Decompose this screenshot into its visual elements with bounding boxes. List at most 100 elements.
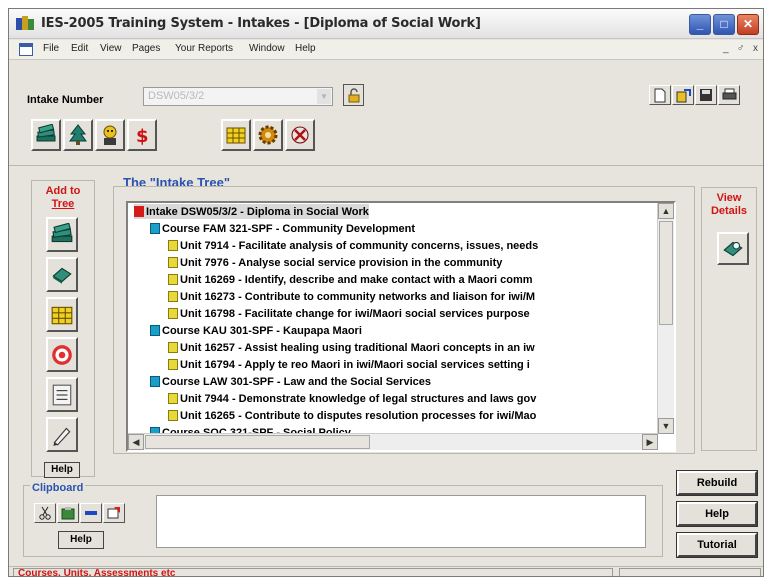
tree-row-label: Unit 7944 - Demonstrate knowledge of leg… xyxy=(180,392,537,405)
help-button[interactable]: Help xyxy=(676,501,758,527)
tree-row-label: Unit 16269 - Identify, describe and make… xyxy=(180,273,533,286)
tree-row-unit[interactable]: Unit 16265 - Contribute to disputes reso… xyxy=(168,408,536,423)
lock-button[interactable] xyxy=(343,84,364,106)
tree-row-label: Course LAW 301-SPF - Law and the Social … xyxy=(162,375,431,388)
horizontal-scrollbar[interactable]: ◀ ▶ xyxy=(128,433,658,450)
vertical-scroll-thumb[interactable] xyxy=(659,221,673,325)
tree-view-button[interactable] xyxy=(63,119,93,151)
chevron-down-icon[interactable]: ▼ xyxy=(317,89,331,104)
scroll-left-button[interactable]: ◀ xyxy=(128,434,144,450)
tree-row-label: Unit 16265 - Contribute to disputes reso… xyxy=(180,409,537,422)
calendar-icon xyxy=(226,127,246,144)
maximize-button[interactable]: □ xyxy=(713,14,735,35)
add-to-tree-panel: Add to Tree Help xyxy=(31,180,95,478)
menu-window[interactable]: Window xyxy=(249,43,285,54)
menu-help[interactable]: Help xyxy=(295,43,316,54)
menu-bar: File Edit View Pages Your Reports Window… xyxy=(9,40,763,60)
unit-node-icon xyxy=(168,342,178,353)
add-list-button[interactable] xyxy=(46,377,78,412)
menu-view[interactable]: View xyxy=(100,43,122,54)
pencil-icon xyxy=(53,427,71,446)
minimize-button[interactable]: _ xyxy=(689,14,711,35)
title-bar[interactable]: IES-2005 Training System - Intakes - [Di… xyxy=(9,9,763,39)
clear-clipboard-button[interactable] xyxy=(103,503,125,523)
intake-number-value: DSW05/3/2 xyxy=(148,90,205,102)
mdi-restore-button[interactable]: ♂ xyxy=(737,43,745,54)
open-button[interactable] xyxy=(672,85,694,105)
tree-row-label: Unit 7914 - Facilitate analysis of commu… xyxy=(180,239,539,252)
tutorial-button[interactable]: Tutorial xyxy=(676,532,758,558)
minus-icon xyxy=(85,511,97,515)
tree-body: Intake DSW05/3/2 - Diploma in Social Wor… xyxy=(128,203,658,434)
tree-row-course[interactable]: Course KAU 301-SPF - Kaupapa Maori xyxy=(150,323,362,338)
mdi-minimize-button[interactable]: _ xyxy=(723,43,729,54)
horizontal-scroll-thumb[interactable] xyxy=(145,435,370,449)
add-note-button[interactable] xyxy=(46,417,78,452)
intake-tree[interactable]: Intake DSW05/3/2 - Diploma in Social Wor… xyxy=(126,201,676,452)
settings-button[interactable] xyxy=(253,119,283,151)
menu-file[interactable]: File xyxy=(43,43,59,54)
status-panel xyxy=(619,568,761,576)
view-details-label-line2: Details xyxy=(710,205,748,217)
tree-row-unit[interactable]: Unit 7914 - Facilitate analysis of commu… xyxy=(168,238,538,253)
floppy-icon xyxy=(700,89,712,101)
scroll-down-button[interactable]: ▼ xyxy=(658,418,674,434)
scroll-right-button[interactable]: ▶ xyxy=(642,434,658,450)
clipboard-help-button[interactable]: Help xyxy=(58,531,104,549)
view-details-label: View Details xyxy=(702,192,756,218)
tree-row-unit[interactable]: Unit 16794 - Apply te reo Maori in iwi/M… xyxy=(168,357,530,372)
calendar-button[interactable] xyxy=(221,119,251,151)
tree-row-unit[interactable]: Unit 16257 - Assist healing using tradit… xyxy=(168,340,535,355)
tree-row-label: Unit 16273 - Contribute to community net… xyxy=(180,290,536,303)
app-window: IES-2005 Training System - Intakes - [Di… xyxy=(8,8,764,577)
root-node-icon xyxy=(134,206,144,217)
save-button[interactable] xyxy=(695,85,717,105)
tree-icon xyxy=(69,124,87,145)
learner-button[interactable] xyxy=(95,119,125,151)
target-icon xyxy=(52,344,72,365)
add-assessment-button[interactable] xyxy=(46,337,78,372)
copy-icon xyxy=(61,507,75,520)
unit-node-icon xyxy=(168,240,178,251)
tree-row-label: Unit 16257 - Assist healing using tradit… xyxy=(180,341,535,354)
cut-button[interactable] xyxy=(34,503,56,523)
intake-number-select[interactable]: DSW05/3/2 ▼ xyxy=(143,87,333,106)
close-button[interactable]: ✕ xyxy=(737,14,759,35)
menu-pages[interactable]: Pages xyxy=(132,43,160,54)
add-course-button[interactable] xyxy=(46,217,78,252)
tree-row-unit[interactable]: Unit 16273 - Contribute to community net… xyxy=(168,289,535,304)
scroll-up-button[interactable]: ▲ xyxy=(658,203,674,219)
tree-row-course[interactable]: Course FAM 321-SPF - Community Developme… xyxy=(150,221,415,236)
rebuild-button[interactable]: Rebuild xyxy=(676,470,758,496)
tree-row-unit[interactable]: Unit 16798 - Facilitate change for iwi/M… xyxy=(168,306,530,321)
app-icon xyxy=(16,16,34,30)
copy-button[interactable] xyxy=(57,503,79,523)
books-icon xyxy=(36,124,56,142)
vertical-scrollbar[interactable]: ▲ ▼ xyxy=(657,203,674,434)
menu-your-reports[interactable]: Your Reports xyxy=(175,43,233,54)
menu-edit[interactable]: Edit xyxy=(71,43,88,54)
tree-row-unit[interactable]: Unit 7976 - Analyse social service provi… xyxy=(168,255,502,270)
clipboard-area[interactable] xyxy=(156,495,646,548)
tree-row-unit[interactable]: Unit 16269 - Identify, describe and make… xyxy=(168,272,533,287)
add-to-tree-help-button[interactable]: Help xyxy=(44,462,80,478)
tree-row-course[interactable]: Course LAW 301-SPF - Law and the Social … xyxy=(150,374,431,389)
unit-node-icon xyxy=(168,410,178,421)
tree-row-unit[interactable]: Unit 7944 - Demonstrate knowledge of leg… xyxy=(168,391,536,406)
document-icon[interactable] xyxy=(19,43,33,56)
clipboard-label: Clipboard xyxy=(30,482,86,494)
add-session-button[interactable] xyxy=(46,297,78,332)
course-node-icon xyxy=(150,325,160,336)
mdi-close-button[interactable]: x xyxy=(753,43,758,54)
funding-button[interactable]: $ xyxy=(127,119,157,151)
add-unit-button[interactable] xyxy=(46,257,78,292)
view-details-button[interactable] xyxy=(717,232,749,265)
tree-row-root[interactable]: Intake DSW05/3/2 - Diploma in Social Wor… xyxy=(134,204,369,219)
courses-button[interactable] xyxy=(31,119,61,151)
paste-button[interactable] xyxy=(80,503,102,523)
open-icon xyxy=(676,88,691,102)
person-icon xyxy=(103,125,117,145)
print-button[interactable] xyxy=(718,85,740,105)
tools-button[interactable] xyxy=(285,119,315,151)
new-button[interactable] xyxy=(649,85,671,105)
